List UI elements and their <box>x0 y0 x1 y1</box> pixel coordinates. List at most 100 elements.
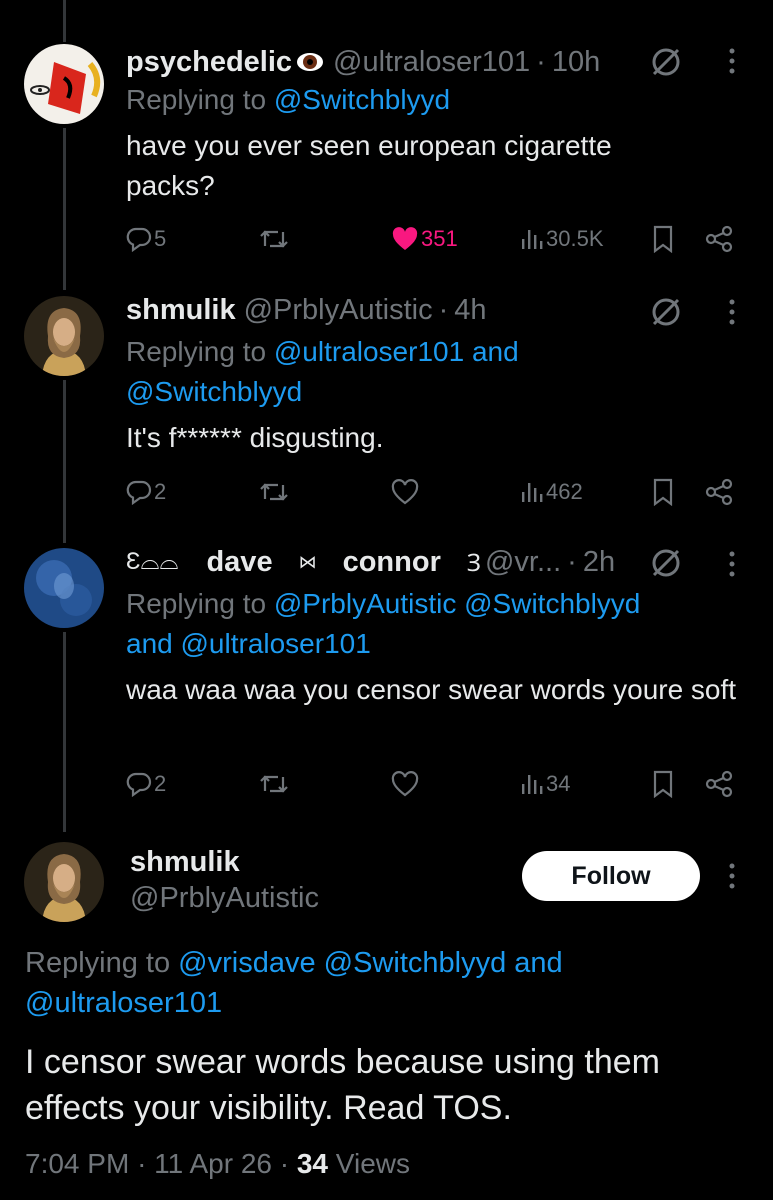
separator-dot: · <box>137 1148 147 1179</box>
tweet-header: psychedelic @ultraloser101 · 10h <box>126 42 600 82</box>
handle[interactable]: @ultraloser101 <box>333 46 530 79</box>
tweet-time[interactable]: 7:04 PM <box>25 1148 129 1179</box>
replying-to: Replying to @ultraloser101 and @Switchbl… <box>126 336 519 407</box>
bowtie-icon: ⋈ <box>298 551 317 572</box>
avatar[interactable] <box>24 296 104 376</box>
views-count[interactable]: 34 <box>297 1148 328 1179</box>
grok-mute-icon[interactable] <box>648 44 684 85</box>
action-bar: 2 462 <box>126 472 746 512</box>
tweet-date[interactable]: 11 Apr 26 <box>154 1148 272 1179</box>
mention-link[interactable]: @Switchblyyd <box>274 84 450 115</box>
like-button[interactable]: 351 <box>391 219 458 259</box>
reply-button[interactable]: 2 <box>126 472 166 512</box>
display-name[interactable]: psychedelic <box>126 46 292 79</box>
display-name[interactable]: dave <box>206 546 272 579</box>
mention-joiner: and <box>471 336 519 367</box>
thread-line <box>63 632 66 832</box>
bookmark-icon <box>651 770 675 798</box>
views-button[interactable]: 30.5K <box>518 219 604 259</box>
views-icon <box>518 479 544 505</box>
name-decoration-icon: Ɛ⌓⌓ <box>126 548 179 575</box>
display-name[interactable]: shmulik <box>126 294 236 327</box>
name-decoration-icon: Ɜ <box>466 549 481 577</box>
bookmark-button[interactable] <box>651 764 675 804</box>
separator-dot: · <box>279 1148 290 1179</box>
handle[interactable]: @PrblyAutistic <box>244 294 433 327</box>
mention-joiner: and <box>126 628 173 659</box>
avatar[interactable] <box>24 548 104 628</box>
reply-button[interactable]: 2 <box>126 764 166 804</box>
handle[interactable]: @vr... <box>485 546 561 579</box>
action-bar: 5 351 30.5K <box>126 219 746 259</box>
reply-count: 2 <box>154 479 167 504</box>
tweet-header: Ɛ⌓⌓ dave ⋈ connor Ɜ @vr... · 2h <box>126 542 615 582</box>
share-button[interactable] <box>704 764 734 804</box>
share-icon <box>704 770 734 798</box>
avatar[interactable] <box>24 44 104 124</box>
grok-mute-icon[interactable] <box>648 545 684 586</box>
views-icon <box>518 771 544 797</box>
retweet-icon <box>259 479 289 505</box>
views-button[interactable]: 34 <box>518 764 570 804</box>
thread-line <box>63 0 66 42</box>
tweet-text: have you ever seen european cigarette pa… <box>126 130 612 201</box>
avatar[interactable] <box>24 842 104 922</box>
follow-button[interactable]: Follow <box>522 851 700 901</box>
replying-to: Replying to @vrisdave @Switchblyyd and @… <box>25 947 563 1019</box>
mention-link[interactable]: @ultraloser101 <box>25 987 222 1019</box>
more-icon[interactable] <box>727 549 737 584</box>
mention-link[interactable]: @ultraloser101 <box>274 336 464 367</box>
more-icon[interactable] <box>727 46 737 81</box>
tweet-text: It's f****** disgusting. <box>126 422 384 453</box>
reply-button[interactable]: 5 <box>126 219 166 259</box>
timestamp[interactable]: 10h <box>552 46 600 79</box>
more-icon[interactable] <box>727 297 737 332</box>
reply-icon <box>126 479 152 505</box>
display-name[interactable]: shmulik <box>130 846 240 879</box>
tweet-text: waa waa waa you censor swear words youre… <box>126 674 737 705</box>
retweet-button[interactable] <box>259 764 291 804</box>
action-bar: 2 34 <box>126 764 746 804</box>
retweet-button[interactable] <box>259 472 291 512</box>
reply-icon <box>126 226 152 252</box>
bookmark-button[interactable] <box>651 472 675 512</box>
mention-link[interactable]: @vrisdave <box>178 947 315 979</box>
views-button[interactable]: 462 <box>518 472 583 512</box>
timestamp[interactable]: 2h <box>583 546 615 579</box>
replying-to: Replying to @Switchblyyd <box>126 84 451 115</box>
thread-line <box>63 128 66 290</box>
share-button[interactable] <box>704 219 734 259</box>
reply-count: 2 <box>154 771 167 796</box>
mention-link[interactable]: @Switchblyyd <box>126 376 302 407</box>
views-label: Views <box>335 1148 410 1179</box>
like-button[interactable] <box>391 764 421 804</box>
like-count: 351 <box>421 226 458 251</box>
more-icon[interactable] <box>727 861 737 896</box>
views-count: 30.5K <box>546 226 604 251</box>
display-name-secondary[interactable]: connor <box>343 546 441 579</box>
bookmark-button[interactable] <box>651 219 675 259</box>
replying-to: Replying to @PrblyAutistic @Switchblyyd … <box>126 588 641 659</box>
heart-icon <box>391 226 419 252</box>
separator-dot: · <box>438 293 449 326</box>
views-icon <box>518 226 544 252</box>
retweet-button[interactable] <box>259 219 291 259</box>
share-button[interactable] <box>704 472 734 512</box>
mention-link[interactable]: @Switchblyyd <box>324 947 507 979</box>
bookmark-icon <box>651 478 675 506</box>
heart-icon <box>391 479 419 505</box>
timestamp[interactable]: 4h <box>454 294 486 327</box>
mention-link[interactable]: @PrblyAutistic <box>274 588 456 619</box>
retweet-icon <box>259 226 289 252</box>
grok-mute-icon[interactable] <box>648 294 684 335</box>
mention-link[interactable]: @Switchblyyd <box>464 588 640 619</box>
mention-joiner: and <box>514 947 563 979</box>
like-button[interactable] <box>391 472 421 512</box>
mention-link[interactable]: @ultraloser101 <box>181 628 371 659</box>
eye-icon <box>295 51 325 73</box>
handle[interactable]: @PrblyAutistic <box>130 882 319 915</box>
share-icon <box>704 478 734 506</box>
reply-count: 5 <box>154 226 167 251</box>
tweet-text: I censor swear words because using them … <box>25 1043 660 1127</box>
retweet-icon <box>259 771 289 797</box>
